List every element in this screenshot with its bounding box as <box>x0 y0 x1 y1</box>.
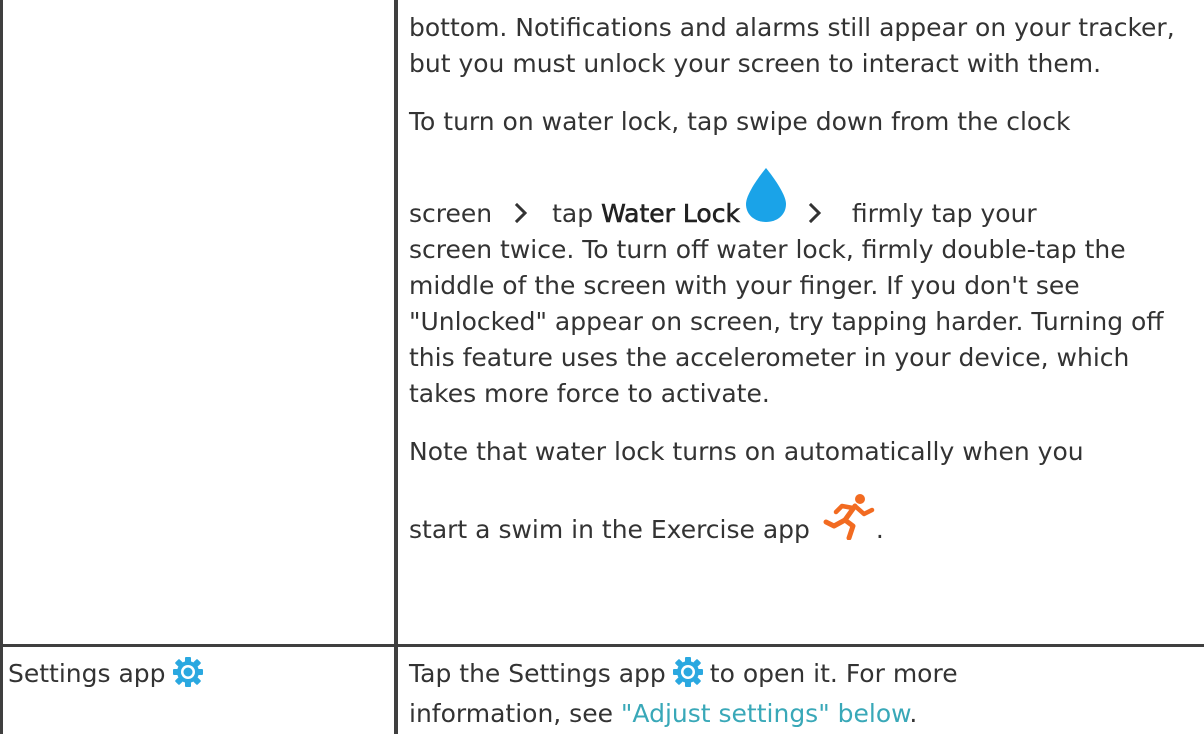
paragraph-bottom-notifications: bottom. Notifications and alarms still a… <box>409 13 1175 78</box>
settings-gear-icon <box>172 657 203 687</box>
settings-gear-icon <box>672 657 703 687</box>
settings-text-3: information, see <box>409 699 613 728</box>
chevron-right-icon <box>514 203 528 223</box>
instruction-text-1: To turn on water lock, tap swipe down fr… <box>409 107 1071 136</box>
chevron-right-icon <box>808 203 822 223</box>
note-text-end: . <box>875 515 884 544</box>
settings-text-2: to open it. For more <box>709 659 958 688</box>
row2-right-cell: Tap the Settings app to open it. For mor… <box>409 656 1199 732</box>
instruction-text-2: screen <box>409 199 493 228</box>
running-person-icon <box>823 494 875 540</box>
instruction-text-4: firmly tap your <box>851 199 1037 228</box>
water-lock-term: Water Lock <box>601 199 740 229</box>
settings-text-end: . <box>909 699 918 728</box>
settings-app-label: Settings app <box>8 659 166 688</box>
paragraph-auto-water-lock: Note that water lock turns on automatica… <box>409 434 1199 548</box>
table-row-divider <box>0 644 1204 647</box>
table-column-divider <box>394 0 398 734</box>
water-drop-icon <box>745 168 786 222</box>
info-table: bottom. Notifications and alarms still a… <box>0 0 1204 734</box>
note-text-2: start a swim in the Exercise app <box>409 515 810 544</box>
table-border-left <box>0 0 3 734</box>
row1-right-cell: bottom. Notifications and alarms still a… <box>409 10 1199 548</box>
paragraph-water-lock-instructions: To turn on water lock, tap swipe down fr… <box>409 104 1199 412</box>
note-text-1: Note that water lock turns on automatica… <box>409 437 1084 466</box>
instruction-text-3: tap <box>552 199 594 228</box>
instruction-text-5: screen twice. To turn off water lock, fi… <box>409 235 1164 408</box>
settings-text-1: Tap the Settings app <box>409 659 666 688</box>
adjust-settings-link[interactable]: "Adjust settings" below <box>621 699 909 728</box>
row2-left-cell: Settings app <box>8 656 388 692</box>
